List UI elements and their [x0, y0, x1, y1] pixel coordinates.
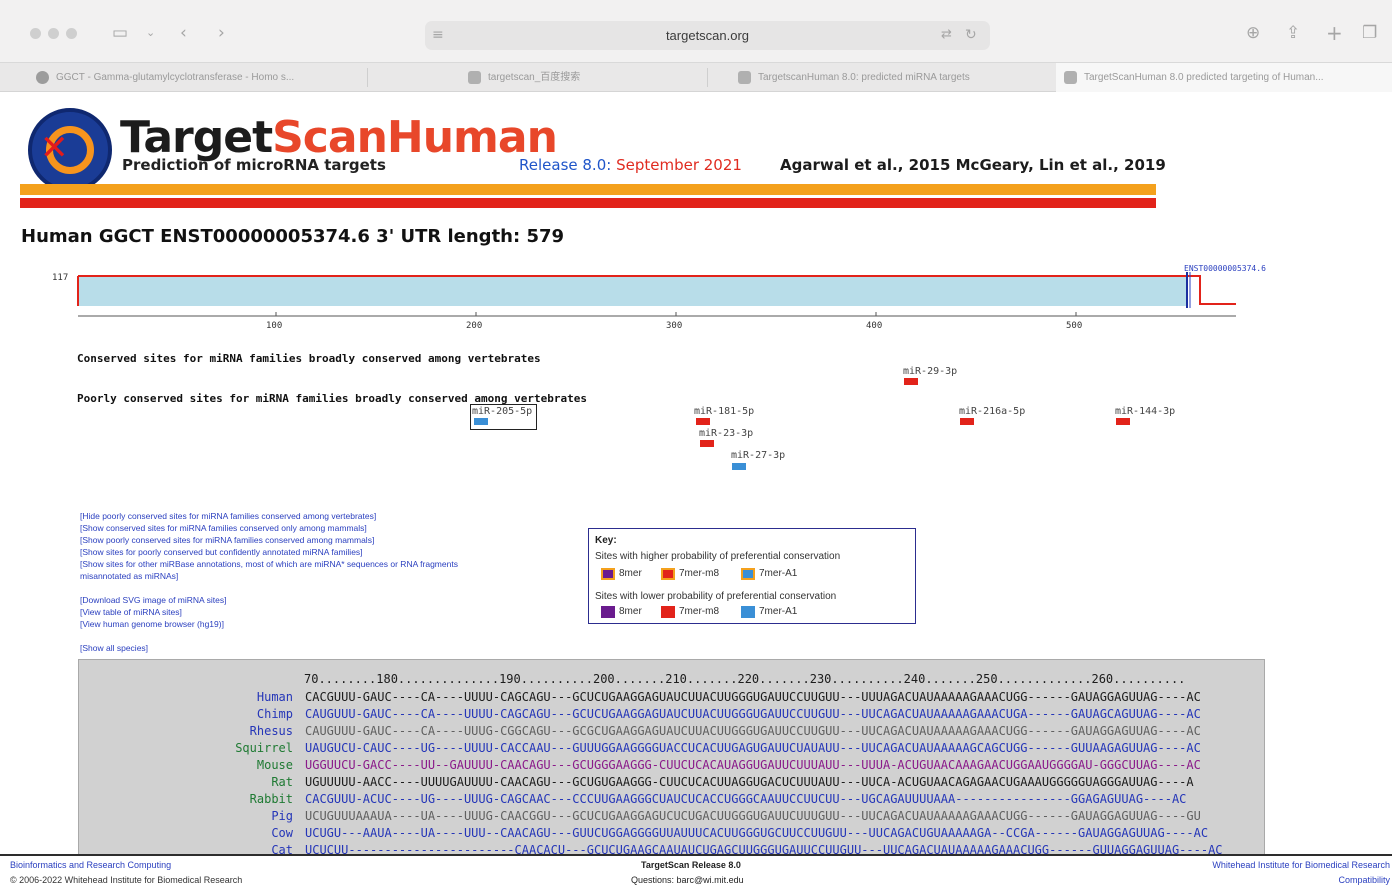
chevron-down-icon[interactable]: ⌄: [146, 22, 155, 44]
show-poorly-mammal-link[interactable]: [Show poorly conserved sites for miRNA f…: [80, 534, 458, 546]
key-7mer-m8-high: 7mer-m8: [661, 568, 719, 580]
profile-max-label: 117: [52, 273, 68, 283]
key-7mer-a1-high: 7mer-A1: [741, 568, 797, 580]
favicon-icon: [468, 71, 481, 84]
sidebar-icon[interactable]: ▭: [112, 22, 128, 44]
header-red-bar: [20, 198, 1156, 208]
footer-questions[interactable]: Questions: barc@wi.mit.edu: [631, 875, 744, 885]
show-annotated-families-link[interactable]: [Show sites for poorly conserved but con…: [80, 546, 458, 558]
utr-profile: [78, 276, 1188, 306]
view-genome-browser-link[interactable]: [View human genome browser (hg19)]: [80, 618, 458, 630]
mirna-site-marker[interactable]: [904, 378, 918, 385]
options-links: [Hide poorly conserved sites for miRNA f…: [80, 510, 458, 654]
mirna-label[interactable]: miR-205-5p: [472, 406, 532, 417]
downloads-icon[interactable]: ⊕: [1246, 22, 1260, 44]
profile-tail: [1188, 275, 1236, 305]
address-bar[interactable]: ≡ targetscan.org ⇄ ↻: [425, 21, 990, 50]
gene-title: Human GGCT ENST00000005374.6 3' UTR leng…: [21, 226, 565, 247]
mirna-label[interactable]: miR-23-3p: [699, 428, 753, 439]
logo-mirna-icon: ✕: [40, 128, 69, 168]
mirna-label[interactable]: miR-27-3p: [731, 450, 785, 461]
tab-targetscan-ggct[interactable]: TargetScanHuman 8.0 predicted targeting …: [1056, 63, 1392, 92]
mirna-site-marker[interactable]: [474, 418, 488, 425]
axis-tick-label: 500: [1066, 321, 1082, 331]
mirna-label[interactable]: miR-29-3p: [903, 366, 957, 377]
tab-baidu[interactable]: targetscan_百度搜索: [460, 63, 706, 92]
alignment-ruler: 70........180..............190..........…: [304, 672, 1186, 686]
view-table-link[interactable]: [View table of miRNA sites]: [80, 606, 458, 618]
axis-tick-label: 100: [266, 321, 282, 331]
conserved-sites-label: Conserved sites for miRNA families broad…: [77, 352, 541, 365]
key-8mer-low: 8mer: [601, 606, 642, 618]
forward-arrow-icon[interactable]: ›: [218, 22, 225, 44]
show-all-species-link[interactable]: [Show all species]: [80, 642, 458, 654]
page-footer: Bioinformatics and Research Computing © …: [0, 854, 1392, 888]
axis-tick-label: 400: [866, 321, 882, 331]
species-alignment: 70........180..............190..........…: [78, 659, 1265, 859]
key-title: Key:: [595, 535, 617, 546]
axis-tick-label: 200: [466, 321, 482, 331]
mirna-site-marker[interactable]: [960, 418, 974, 425]
new-tab-icon[interactable]: +: [1326, 22, 1343, 44]
transcript-label[interactable]: ENST00000005374.6: [1184, 264, 1266, 273]
footer-copyright: © 2006-2022 Whitehead Institute for Biom…: [10, 875, 243, 885]
browser-toolbar: ▭ ⌄ ‹ › ≡ targetscan.org ⇄ ↻ ⊕ ⇪ + ❐: [0, 0, 1392, 62]
key-lower-label: Sites with lower probability of preferen…: [595, 591, 837, 602]
release-info[interactable]: Release 8.0: September 2021: [519, 156, 742, 174]
footer-whitehead-link[interactable]: Whitehead Institute for Biomedical Resea…: [1212, 860, 1390, 870]
favicon-icon: [36, 71, 49, 84]
citation-links[interactable]: Agarwal et al., 2015 McGeary, Lin et al.…: [780, 156, 1166, 174]
close-window-button[interactable]: [30, 28, 41, 39]
back-arrow-icon[interactable]: ‹: [180, 22, 187, 44]
mirna-site-marker[interactable]: [696, 418, 710, 425]
mirna-label[interactable]: miR-216a-5p: [959, 406, 1025, 417]
favicon-icon: [738, 71, 751, 84]
minimize-window-button[interactable]: [48, 28, 59, 39]
browser-window: ▭ ⌄ ‹ › ≡ targetscan.org ⇄ ↻ ⊕ ⇪ + ❐ GGC…: [0, 0, 1392, 888]
show-mammal-conserved-link[interactable]: [Show conserved sites for miRNA families…: [80, 522, 458, 534]
share-icon[interactable]: ⇪: [1286, 22, 1300, 44]
footer-compatibility-link[interactable]: Compatibility: [1338, 875, 1390, 885]
key-higher-label: Sites with higher probability of prefere…: [595, 551, 841, 562]
tab-ggct[interactable]: GGCT - Gamma-glutamylcyclotransferase - …: [28, 63, 360, 92]
mirna-site-marker[interactable]: [700, 440, 714, 447]
tab-divider: [367, 68, 368, 87]
mirna-site-marker[interactable]: [732, 463, 746, 470]
mirna-site-marker[interactable]: [1116, 418, 1130, 425]
key-7mer-m8-low: 7mer-m8: [661, 606, 719, 618]
tab-label: TargetScanHuman 8.0 predicted targeting …: [1084, 72, 1324, 83]
zoom-window-button[interactable]: [66, 28, 77, 39]
url-text: targetscan.org: [665, 28, 750, 43]
key-7mer-a1-low: 7mer-A1: [741, 606, 797, 618]
mirna-label[interactable]: miR-181-5p: [694, 406, 754, 417]
site-subtitle: Prediction of microRNA targets: [122, 156, 386, 174]
utr-conservation-plot: 117 ENST00000005374.6 100 200 300 400 50…: [52, 264, 1266, 331]
translate-icon[interactable]: ⇄: [941, 24, 952, 46]
key-8mer-high: 8mer: [601, 568, 642, 580]
tab-divider: [707, 68, 708, 87]
site-key-legend: Key: Sites with higher probability of pr…: [588, 528, 916, 624]
axis-tick-label: 300: [666, 321, 682, 331]
favicon-icon: [1064, 71, 1077, 84]
footer-barc-link[interactable]: Bioinformatics and Research Computing: [10, 860, 171, 870]
download-svg-link[interactable]: [Download SVG image of miRNA sites]: [80, 594, 458, 606]
reload-icon[interactable]: ↻: [965, 24, 977, 46]
tab-targetscan-predicted[interactable]: TargetscanHuman 8.0: predicted miRNA tar…: [730, 63, 1052, 92]
show-other-mirbase-link-cont[interactable]: misannotated as miRNAs]: [80, 570, 458, 582]
hide-poorly-conserved-link[interactable]: [Hide poorly conserved sites for miRNA f…: [80, 510, 458, 522]
tab-label: targetscan_百度搜索: [488, 72, 581, 83]
footer-release: TargetScan Release 8.0: [641, 860, 741, 870]
tab-label: GGCT - Gamma-glutamylcyclotransferase - …: [56, 72, 295, 83]
tab-label: TargetscanHuman 8.0: predicted miRNA tar…: [758, 72, 970, 83]
show-other-mirbase-link[interactable]: [Show sites for other miRBase annotation…: [80, 558, 458, 570]
tab-overview-icon[interactable]: ❐: [1362, 22, 1377, 44]
tab-bar: GGCT - Gamma-glutamylcyclotransferase - …: [0, 62, 1392, 92]
mirna-label[interactable]: miR-144-3p: [1115, 406, 1175, 417]
header-orange-bar: [20, 184, 1156, 195]
